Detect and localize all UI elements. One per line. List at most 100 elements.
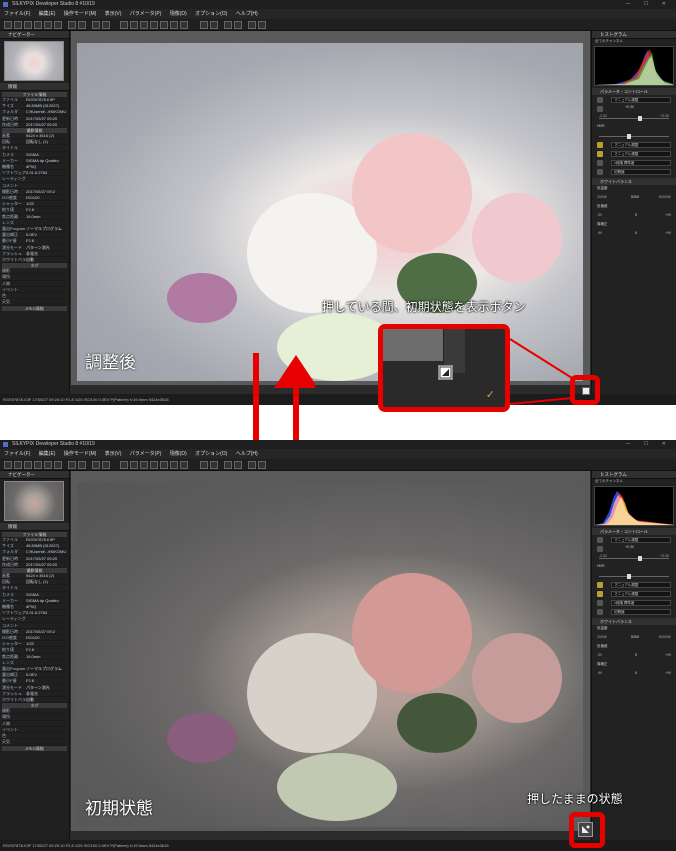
info-key: ファイル <box>2 537 18 542</box>
tool-tilt-icon[interactable] <box>140 461 148 469</box>
tool-open-icon[interactable] <box>4 461 12 469</box>
menu-develop-b[interactable]: 現像(D) <box>170 451 187 457</box>
info-rows-exposure: 撮影日時 2017/05/27 09:2 ISO感度 ISO100 シャッター 1/25 絞… <box>2 628 67 704</box>
wb-tint-label-row: 色偏差 <box>595 644 673 652</box>
info-value <box>26 623 67 628</box>
histogram-channel[interactable]: 全てのチャンネル <box>592 479 676 484</box>
tool-gradient-icon[interactable] <box>210 461 218 469</box>
tool-hand-icon[interactable] <box>258 461 266 469</box>
wb-temp-value[interactable]: 5200 <box>631 635 639 639</box>
info-key: ISO感度 <box>2 635 17 641</box>
tool-zoom-icon[interactable] <box>248 461 256 469</box>
tool-rotate-left-icon[interactable] <box>92 461 100 469</box>
tool-crop-icon[interactable] <box>130 461 138 469</box>
info-header[interactable]: 情報 <box>0 523 69 531</box>
info-key: フラッシュ <box>2 690 22 696</box>
navigator-thumbnail[interactable] <box>4 481 64 521</box>
control-header[interactable]: パラメータ・コントロール <box>592 528 676 535</box>
wb-dropdown[interactable]: マニュアル調整 <box>611 591 671 597</box>
color-dropdown[interactable]: マニュアル調整 <box>611 582 671 588</box>
tool-compare-icon[interactable] <box>44 461 52 469</box>
info-key: サイズ <box>2 543 14 549</box>
info-key: レンズ <box>2 659 14 665</box>
exposure-value[interactable]: +0.30 <box>625 545 634 549</box>
info-value <box>26 585 67 590</box>
tone-row[interactable]: マニュアル調整 <box>595 536 673 544</box>
menu-file-b[interactable]: ファイル(F) <box>4 451 30 457</box>
wb-tint-min: -99 <box>597 653 603 657</box>
wb-green-row[interactable]: -99 0 +99 <box>595 671 673 679</box>
tone-icon <box>597 537 603 543</box>
menu-mode-b[interactable]: 操作モード(M) <box>64 451 97 457</box>
info-value: 2017/05/27 09:20 <box>26 561 58 567</box>
hdr-slider-knob[interactable] <box>627 574 631 579</box>
tool-save-icon[interactable] <box>14 461 22 469</box>
info-key: シャッター <box>2 641 22 647</box>
right-panel-bottom: ヒストグラム 全てのチャンネル パラメータ・コントロール マニュアル調整 +0.… <box>591 471 676 840</box>
tool-pen-icon[interactable] <box>224 461 232 469</box>
info-value: 2017/05/27 09:2 <box>26 628 55 634</box>
wb-preset-row[interactable]: マニュアル調整 <box>595 590 673 598</box>
tag-key: 人物 <box>2 720 10 726</box>
menu-help-b[interactable]: ヘルプ(H) <box>236 451 258 457</box>
info-value <box>26 660 67 665</box>
histogram-chart <box>594 486 674 526</box>
preview-canvas-bottom[interactable]: 初期状態 <box>71 471 590 831</box>
menu-view-b[interactable]: 表示(V) <box>105 451 122 457</box>
navigator-header[interactable]: ナビゲーター <box>0 471 69 479</box>
initial-state-button-pressed[interactable] <box>578 822 593 837</box>
hdr-slider-row[interactable] <box>595 572 673 580</box>
pink-flower-right-image <box>472 633 562 723</box>
wb-green-value[interactable]: 0 <box>635 671 637 675</box>
exposure-slider-row[interactable]: -2.00 +2.00 <box>595 554 673 562</box>
wb-icon <box>597 591 603 597</box>
sharp-dropdown[interactable]: 1段階 標準度 <box>611 600 671 606</box>
tool-rotate-right-icon[interactable] <box>102 461 110 469</box>
info-key: カメラ <box>2 591 14 597</box>
wb-tint-row[interactable]: -99 0 +99 <box>595 653 673 661</box>
tool-develop-icon[interactable] <box>160 461 168 469</box>
exposure-row[interactable]: +0.30 <box>595 545 673 553</box>
initial-state-pressed-icon <box>582 825 590 833</box>
menu-edit-b[interactable]: 編集(E) <box>39 451 56 457</box>
tool-list-icon[interactable] <box>78 461 86 469</box>
nr-row[interactable]: 初期値 <box>595 608 673 616</box>
tool-print-icon[interactable] <box>170 461 178 469</box>
tool-mail-icon[interactable] <box>180 461 188 469</box>
tool-single-view-icon[interactable] <box>34 461 42 469</box>
wb-tint-value[interactable]: 0 <box>635 653 637 657</box>
tool-brush-icon[interactable] <box>200 461 208 469</box>
tool-thumbnail-icon[interactable] <box>68 461 76 469</box>
tool-grid-icon[interactable] <box>24 461 32 469</box>
window-controls-bottom[interactable]: — ☐ ✕ <box>626 440 672 449</box>
exposure-slider-knob[interactable] <box>637 556 642 561</box>
info-rows-file: ファイル RGS97878.KSP サイズ 48.83MB (512027) フォルダ C… <box>2 537 67 569</box>
sharp-row[interactable]: 1段階 標準度 <box>595 599 673 607</box>
tool-wb-picker-icon[interactable] <box>120 461 128 469</box>
hdr-slider[interactable] <box>599 574 669 579</box>
exposure-slider[interactable] <box>599 556 669 561</box>
histogram-graph <box>595 491 673 525</box>
histogram-header[interactable]: ヒストグラム <box>592 471 676 479</box>
info-value: C:¥Users¥...¥SIKOMU <box>26 549 67 555</box>
info-value: 48.83MB (512027) <box>26 543 60 549</box>
info-key: 最小F値 <box>2 678 17 684</box>
tool-stamp-icon[interactable] <box>234 461 242 469</box>
nr-dropdown[interactable]: 初期値 <box>611 609 671 615</box>
left-panel-bottom: ナビゲーター 情報 ファイル情報 ファイル RGS97878.KSP サイズ 48.8… <box>0 471 70 840</box>
wb-temp-min: 2000K <box>597 635 608 639</box>
wb-temp-row[interactable]: 2000K 5200 50000K <box>595 635 673 643</box>
menu-parameter-b[interactable]: パラメータ(P) <box>130 451 162 457</box>
color-row[interactable]: マニュアル調整 <box>595 581 673 589</box>
tone-dropdown[interactable]: マニュアル調整 <box>611 537 671 543</box>
menu-option-b[interactable]: オプション(O) <box>195 451 227 457</box>
sharp-icon <box>597 600 603 606</box>
hdr-row[interactable]: HDR <box>595 563 673 571</box>
tool-fullscreen-icon[interactable] <box>54 461 62 469</box>
tool-spot-icon[interactable] <box>150 461 158 469</box>
tag-key: 色 <box>2 733 6 739</box>
green-white-flower-image <box>277 753 397 821</box>
info-key: フォルダ <box>2 549 18 555</box>
exposure-icon <box>597 546 603 552</box>
wb-header[interactable]: ホワイトバランス <box>592 618 676 625</box>
